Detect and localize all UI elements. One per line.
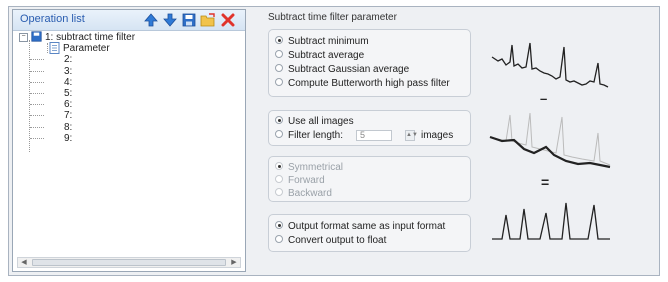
tree-item-label: 7: bbox=[64, 110, 73, 122]
operation-list-header: Operation list bbox=[13, 10, 245, 31]
radio-icon[interactable] bbox=[275, 175, 283, 184]
tree-item-slot[interactable]: 8: bbox=[19, 122, 239, 133]
method-option-butterworth[interactable]: Compute Butterworth high pass filter bbox=[275, 78, 450, 89]
output-float-option[interactable]: Convert output to float bbox=[275, 235, 386, 246]
folder-open-icon[interactable] bbox=[200, 12, 216, 28]
option-label: Compute Butterworth high pass filter bbox=[288, 78, 450, 89]
radio-icon[interactable] bbox=[275, 78, 283, 87]
operation-list-panel: Operation list − 1: subtract time filter bbox=[12, 9, 246, 272]
method-option-gaussian[interactable]: Subtract Gaussian average bbox=[275, 64, 409, 75]
radio-selected-icon[interactable] bbox=[275, 116, 283, 125]
direction-option-forward[interactable]: Forward bbox=[275, 175, 325, 186]
method-option-average[interactable]: Subtract average bbox=[275, 50, 364, 61]
tree-item-label: 4: bbox=[64, 76, 73, 88]
tree-item-label: 8: bbox=[64, 121, 73, 133]
filter-length-input[interactable]: 5 bbox=[356, 130, 392, 141]
radio-icon[interactable] bbox=[275, 50, 283, 59]
tree-item-label: 5: bbox=[64, 87, 73, 99]
radio-icon[interactable] bbox=[275, 64, 283, 73]
option-label: Convert output to float bbox=[288, 235, 387, 246]
radio-icon[interactable] bbox=[275, 130, 283, 139]
operation-list-title: Operation list bbox=[20, 13, 85, 25]
direction-option-symmetrical[interactable]: Symmetrical bbox=[275, 162, 343, 173]
spin-updown-icon[interactable]: ▲▼ bbox=[405, 130, 418, 141]
parameter-panel-title: Subtract time filter parameter bbox=[268, 12, 397, 23]
direction-option-backward[interactable]: Backward bbox=[275, 188, 332, 199]
use-all-images-option[interactable]: Use all images bbox=[275, 116, 354, 127]
radio-selected-icon[interactable] bbox=[275, 221, 283, 230]
direction-group: Symmetrical Forward Backward bbox=[268, 156, 471, 202]
tree-item-label: 3: bbox=[64, 65, 73, 77]
scroll-right-icon[interactable]: ▶ bbox=[229, 258, 239, 267]
delete-icon[interactable] bbox=[220, 12, 236, 28]
tree-item-label: 2: bbox=[64, 54, 73, 66]
tree-item-label: Parameter bbox=[63, 43, 110, 55]
option-label: Subtract average bbox=[288, 50, 365, 61]
tree-item-slot[interactable]: 4: bbox=[19, 77, 239, 88]
minus-sign: – bbox=[540, 91, 548, 106]
parameter-panel: Subtract time filter parameter Subtract … bbox=[258, 9, 656, 272]
tree-item-slot[interactable]: 7: bbox=[19, 110, 239, 121]
output-format-group: Output format same as input format Conve… bbox=[268, 214, 471, 252]
option-label: Use all images bbox=[288, 116, 354, 127]
scrollbar-thumb[interactable] bbox=[32, 259, 226, 266]
filter-length-option[interactable]: Filter length: bbox=[275, 130, 343, 141]
images-unit-label: images bbox=[421, 130, 454, 141]
scroll-left-icon[interactable]: ◀ bbox=[19, 258, 29, 267]
background-signal-illustration bbox=[489, 112, 611, 169]
output-same-format-option[interactable]: Output format same as input format bbox=[275, 221, 445, 232]
tree-item-parameter[interactable]: Parameter bbox=[19, 42, 239, 55]
raw-signal-illustration bbox=[491, 42, 609, 88]
result-signal-illustration bbox=[492, 202, 610, 240]
option-label: Filter length: bbox=[288, 130, 344, 141]
radio-selected-icon[interactable] bbox=[275, 162, 283, 171]
tree-item-slot[interactable]: 5: bbox=[19, 88, 239, 99]
method-group: Subtract minimum Subtract average Subtra… bbox=[268, 29, 471, 97]
tree-item-label: 6: bbox=[64, 99, 73, 111]
option-label: Subtract Gaussian average bbox=[288, 64, 410, 75]
collapse-toggle-icon[interactable]: − bbox=[19, 33, 28, 42]
option-label: Symmetrical bbox=[288, 162, 344, 173]
option-label: Subtract minimum bbox=[288, 36, 369, 47]
option-label: Output format same as input format bbox=[288, 221, 446, 232]
save-icon[interactable] bbox=[181, 12, 197, 28]
radio-icon[interactable] bbox=[275, 188, 283, 197]
range-group: Use all images Filter length: 5 ▲▼ image… bbox=[268, 110, 471, 146]
method-option-minimum[interactable]: Subtract minimum bbox=[275, 36, 369, 47]
tree-item-label: 9: bbox=[64, 132, 73, 144]
tree-item-slot[interactable]: 2: bbox=[19, 54, 239, 65]
arrow-up-icon[interactable] bbox=[143, 12, 159, 28]
radio-icon[interactable] bbox=[275, 235, 283, 244]
radio-selected-icon[interactable] bbox=[275, 36, 283, 45]
operation-tree: − 1: subtract time filter Parameter 2: 3… bbox=[19, 31, 239, 152]
tree-item-slot[interactable]: 3: bbox=[19, 66, 239, 77]
tree-item-slot[interactable]: 6: bbox=[19, 99, 239, 110]
arrow-down-icon[interactable] bbox=[162, 12, 178, 28]
option-label: Backward bbox=[288, 188, 332, 199]
horizontal-scrollbar[interactable]: ◀ ▶ bbox=[17, 257, 241, 268]
option-label: Forward bbox=[288, 175, 325, 186]
equals-sign: = bbox=[541, 174, 550, 190]
tree-item-slot[interactable]: 9: bbox=[19, 133, 239, 144]
